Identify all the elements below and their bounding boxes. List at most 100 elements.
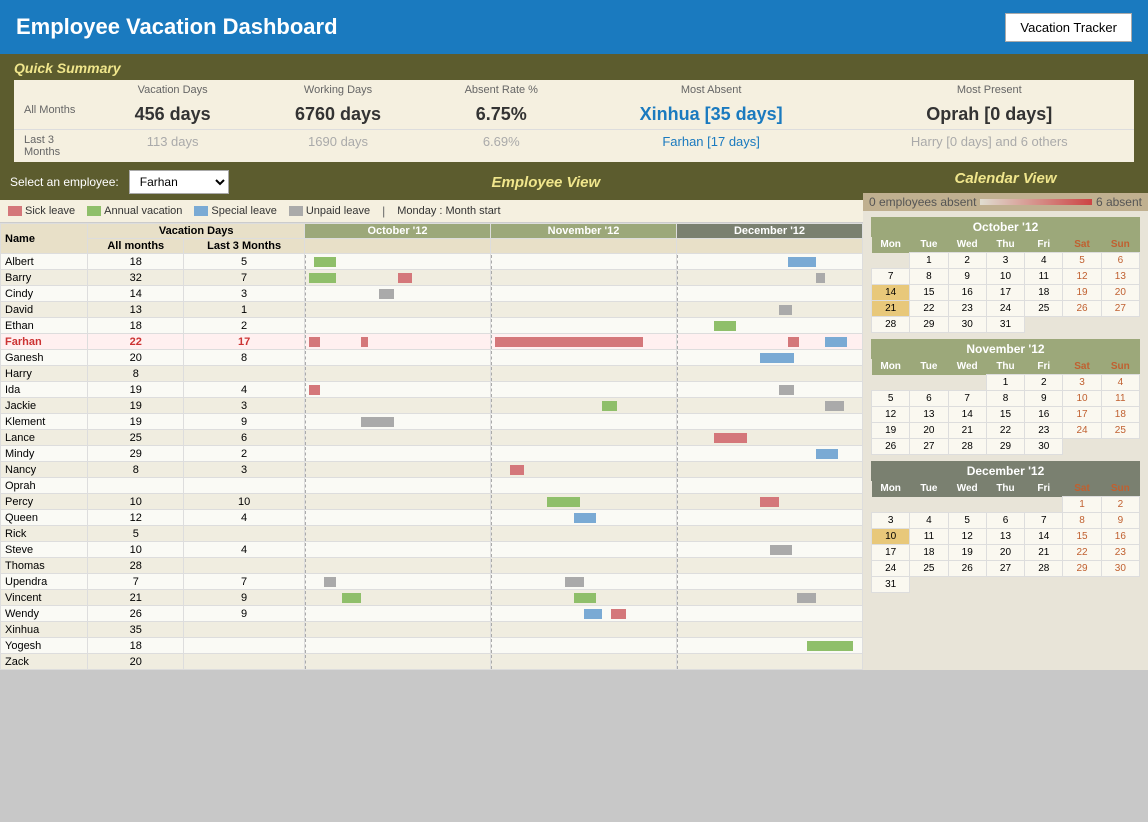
table-row: Harry8: [1, 366, 863, 382]
emp-name: Klement: [1, 414, 88, 430]
dec-week4: 171819 2021 2223: [872, 545, 1140, 561]
emp-name: Yogesh: [1, 638, 88, 654]
emp-all-months: 10: [88, 494, 184, 510]
table-row: Farhan2217: [1, 334, 863, 350]
table-row: Zack20: [1, 654, 863, 670]
nov-week5: 262728 2930: [872, 439, 1140, 455]
emp-name: Lance: [1, 430, 88, 446]
emp-all-months: 29: [88, 446, 184, 462]
fri-header: Fri: [1025, 237, 1063, 253]
dec-week6: 31: [872, 577, 1140, 593]
oct-5: 5: [1063, 253, 1101, 269]
oct-8: 8: [910, 269, 948, 285]
emp-last3: 7: [184, 574, 305, 590]
last3-vacation-days: 113 days: [147, 134, 199, 149]
oct-29: 29: [910, 317, 948, 333]
emp-all-months: 35: [88, 622, 184, 638]
all-most-absent: Xinhua [35 days]: [640, 104, 783, 124]
table-row: Klement199: [1, 414, 863, 430]
absent-max-label: 6 absent: [1096, 195, 1142, 209]
emp-all-months: 13: [88, 302, 184, 318]
oct-24: 24: [986, 301, 1024, 317]
emp-last3: 7: [184, 270, 305, 286]
oct-10: 10: [986, 269, 1024, 285]
main-area: Select an employee: Farhan Employee View…: [0, 164, 1148, 670]
emp-all-months: 8: [88, 462, 184, 478]
last3-label: Last 3 Months: [14, 130, 94, 163]
emp-all-months: 10: [88, 542, 184, 558]
emp-all-months: 25: [88, 430, 184, 446]
name-header: Name: [1, 224, 88, 254]
employee-select[interactable]: Farhan: [129, 170, 229, 194]
nov-header: November '12: [491, 224, 677, 239]
dec-cal-title: December '12: [871, 461, 1140, 481]
sat-header: Sat: [1063, 237, 1101, 253]
emp-name: Upendra: [1, 574, 88, 590]
oct-days-header: [305, 239, 491, 254]
annual-icon: [87, 206, 101, 216]
table-row: Queen124: [1, 510, 863, 526]
nov-days-header: [491, 239, 677, 254]
emp-all-months: 19: [88, 398, 184, 414]
table-row: Albert185: [1, 254, 863, 270]
oct-21: 21: [872, 301, 910, 317]
oct-19: 19: [1063, 285, 1101, 301]
wed-header: Wed: [948, 237, 986, 253]
emp-name: Ida: [1, 382, 88, 398]
emp-last3: 5: [184, 254, 305, 270]
table-row: Ethan182: [1, 318, 863, 334]
oct-17: 17: [986, 285, 1024, 301]
month-marker-label: Monday : Month start: [397, 205, 500, 217]
emp-last3: 3: [184, 286, 305, 302]
calendar-view-title: Calendar View: [863, 164, 1148, 193]
table-row: Mindy292: [1, 446, 863, 462]
oct-25: 25: [1025, 301, 1063, 317]
emp-name: Ethan: [1, 318, 88, 334]
unpaid-label: Unpaid leave: [306, 205, 370, 217]
header: Employee Vacation Dashboard Vacation Tra…: [0, 0, 1148, 54]
emp-last3: 3: [184, 398, 305, 414]
legend-bar: Sick leave Annual vacation Special leave…: [0, 200, 863, 223]
emp-name: Nancy: [1, 462, 88, 478]
emp-name: Rick: [1, 526, 88, 542]
table-row: Vincent219: [1, 590, 863, 606]
legend-sick: Sick leave: [8, 205, 75, 217]
emp-name: Mindy: [1, 446, 88, 462]
oct-12: 12: [1063, 269, 1101, 285]
emp-name: Steve: [1, 542, 88, 558]
annual-label: Annual vacation: [104, 205, 182, 217]
emp-last3: [184, 622, 305, 638]
emp-last3: 9: [184, 606, 305, 622]
nov-week1: 12 34: [872, 375, 1140, 391]
table-row: Nancy83: [1, 462, 863, 478]
absence-bar: 0 employees absent 6 absent: [863, 193, 1148, 211]
emp-last3: 6: [184, 430, 305, 446]
absence-gradient: [980, 199, 1092, 205]
emp-last3: [184, 654, 305, 670]
oct-week3: 14 15 16 17 18 19 20: [872, 285, 1140, 301]
emp-all-months: 28: [88, 558, 184, 574]
legend-unpaid: Unpaid leave: [289, 205, 370, 217]
emp-last3: [184, 558, 305, 574]
emp-all-months: 21: [88, 590, 184, 606]
dec-days-header: [677, 239, 863, 254]
employee-table-container: Name Vacation Days October '12 November …: [0, 223, 863, 670]
summary-col-most-present: Most Present: [845, 80, 1134, 100]
emp-last3: [184, 366, 305, 382]
all-months-col-header: All months: [88, 239, 184, 254]
oct-week4: 21 22 23 24 25 26 27: [872, 301, 1140, 317]
nov-week2: 567 89 1011: [872, 391, 1140, 407]
sick-icon: [8, 206, 22, 216]
legend-special: Special leave: [194, 205, 276, 217]
summary-col-most-absent: Most Absent: [578, 80, 845, 100]
all-vacation-days: 456 days: [135, 104, 211, 124]
last3-absent-rate: 6.69%: [483, 134, 520, 149]
emp-last3: 4: [184, 542, 305, 558]
dec-week3: 101112 1314 1516: [872, 529, 1140, 545]
table-row: David131: [1, 302, 863, 318]
emp-last3: 1: [184, 302, 305, 318]
vacation-tracker-button[interactable]: Vacation Tracker: [1005, 13, 1132, 42]
quick-summary-section: Quick Summary Vacation Days Working Days…: [0, 54, 1148, 164]
oct-27: 27: [1101, 301, 1139, 317]
oct-week2: 7 8 9 10 11 12 13: [872, 269, 1140, 285]
